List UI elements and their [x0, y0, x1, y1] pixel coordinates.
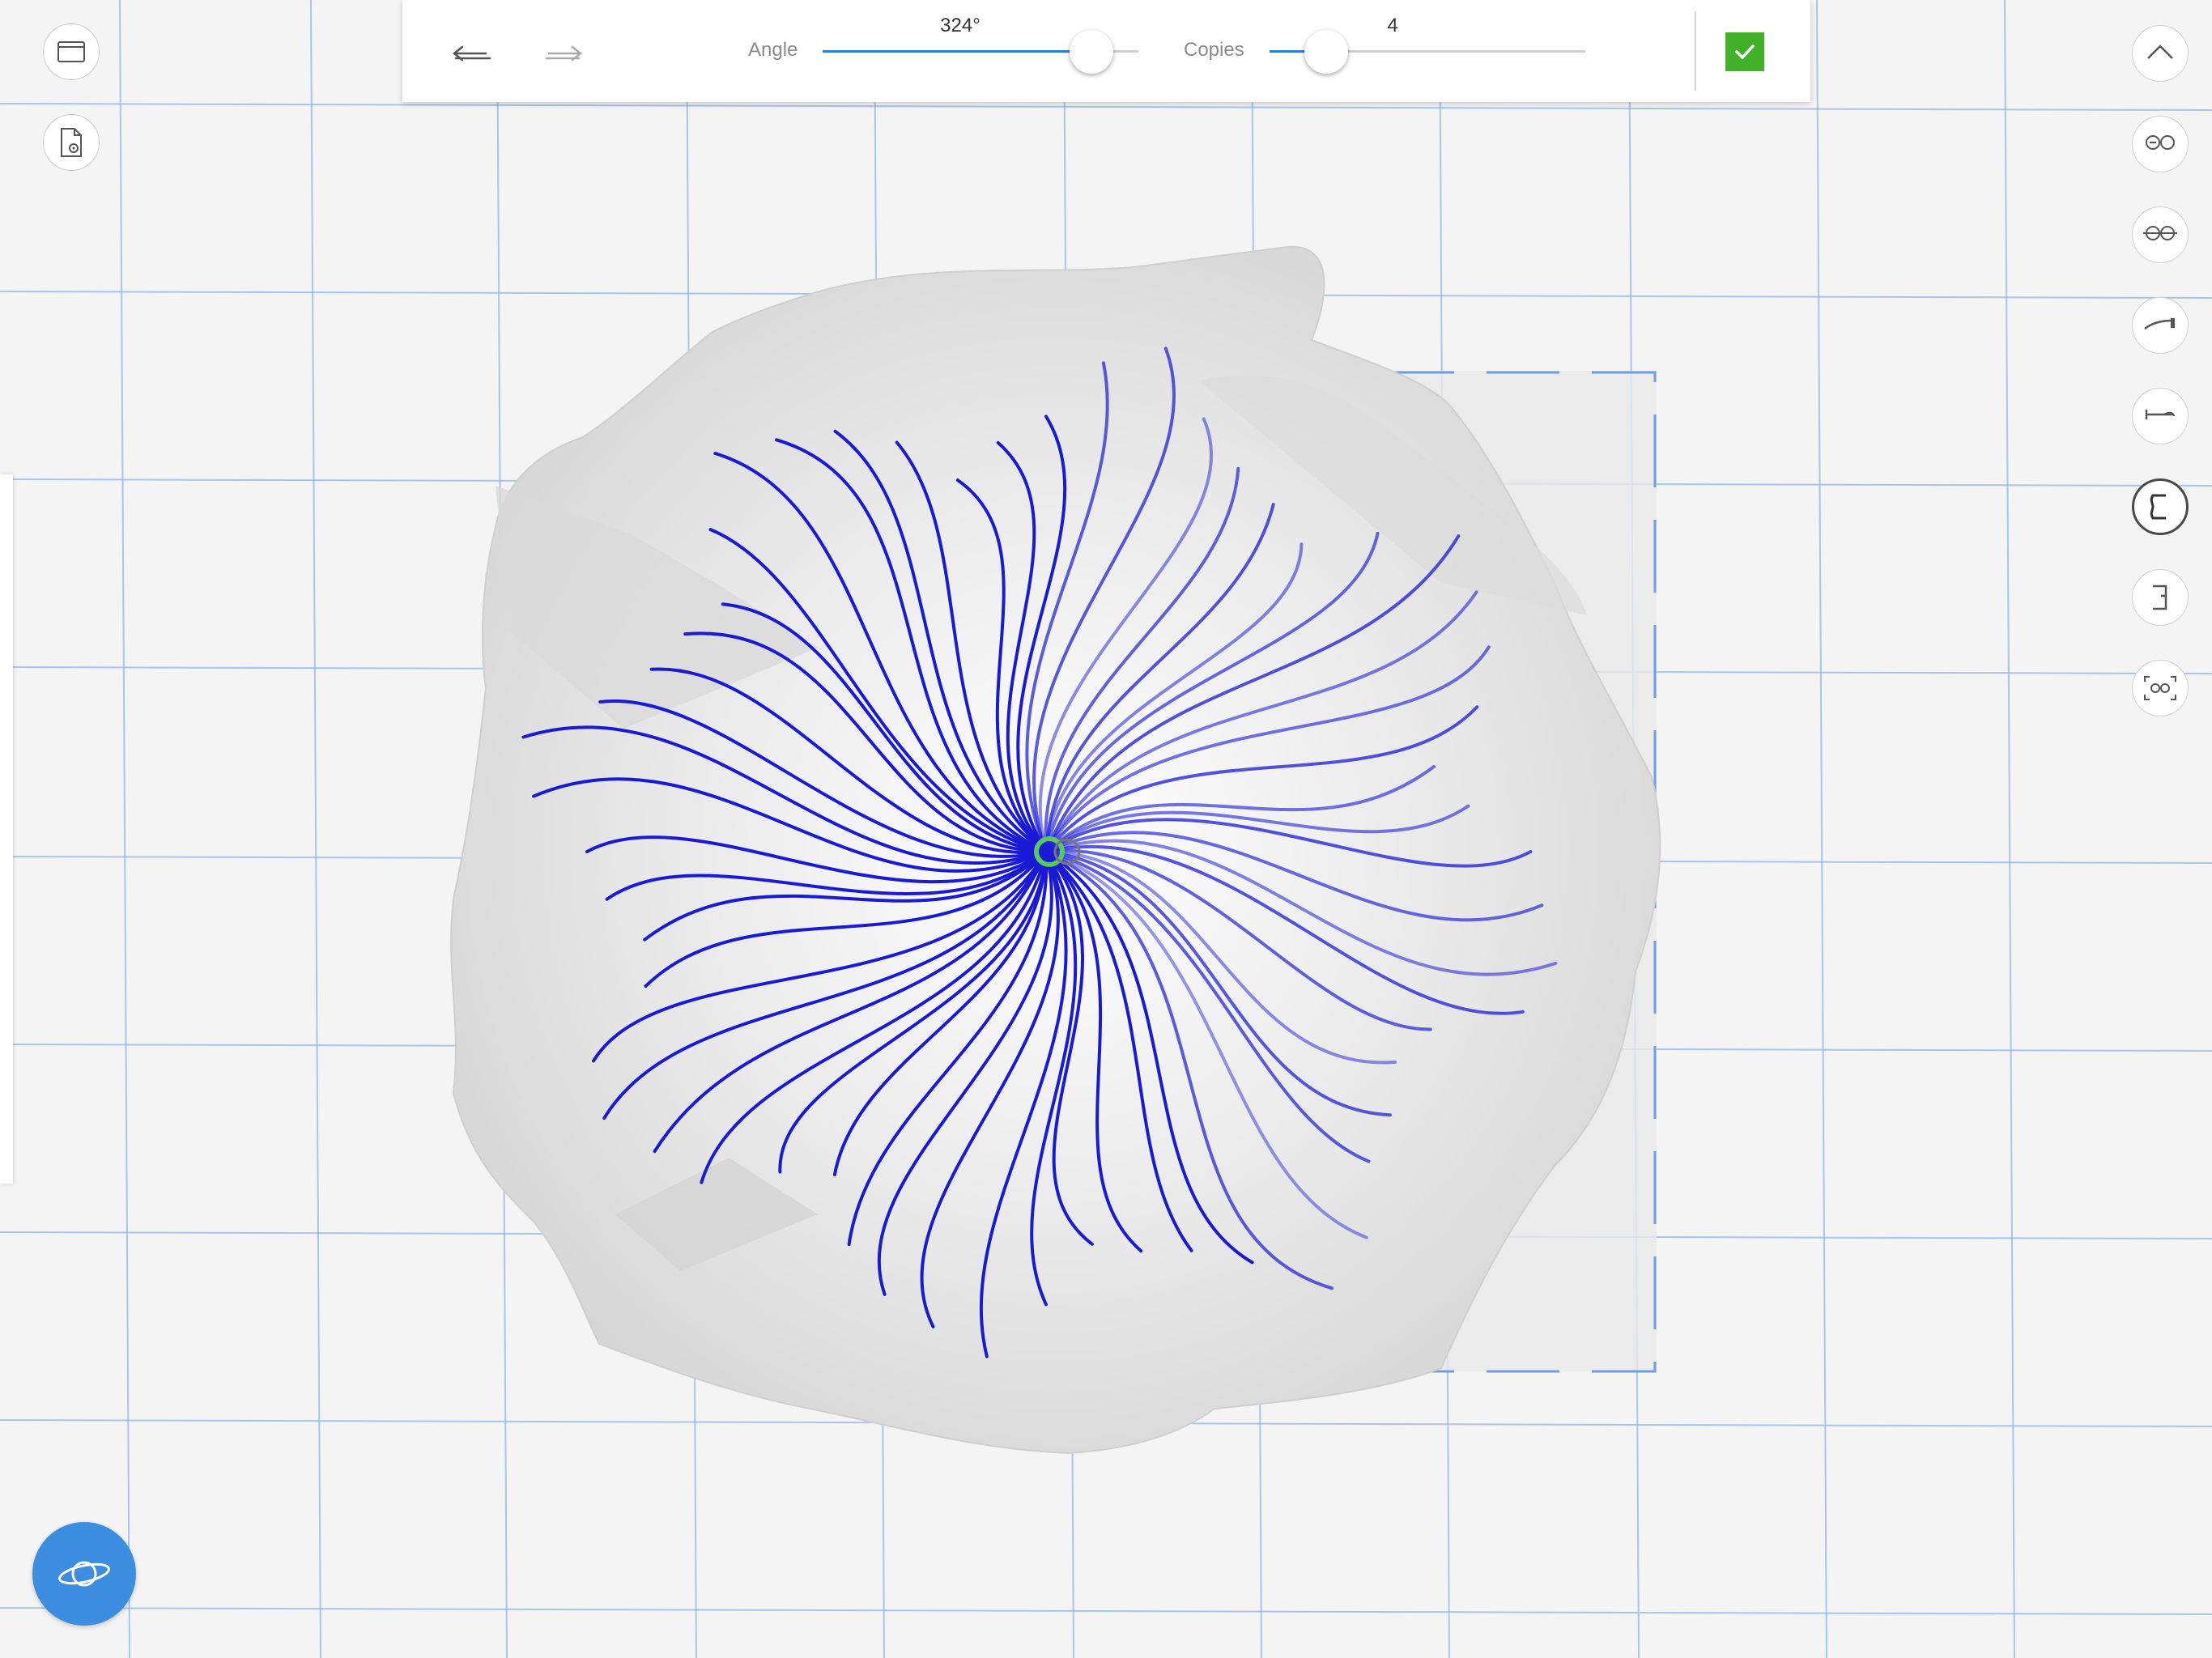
fit-view-button[interactable]: [2132, 660, 2189, 716]
checkmark-icon: [1735, 45, 1755, 59]
window-icon: [57, 41, 85, 62]
document-settings-icon: [61, 128, 82, 157]
lasso-tool-icon: [2144, 318, 2175, 329]
symmetry-icon: [2146, 135, 2175, 150]
symmetry-button[interactable]: [2132, 116, 2189, 172]
copies-slider-thumb[interactable]: [1304, 30, 1349, 74]
confirm-button[interactable]: [1725, 32, 1764, 71]
undo-icon: [452, 45, 491, 62]
top-toolbar: Angle 324° Copies 4: [402, 0, 1810, 102]
bracket-right-button[interactable]: [2132, 569, 2189, 626]
symmetry-mirror-button[interactable]: [2132, 206, 2189, 263]
window-button[interactable]: [43, 23, 100, 80]
fit-view-icon: [2144, 676, 2176, 700]
lasso-tool-button[interactable]: [2132, 297, 2189, 354]
copies-label: Copies: [1184, 39, 1244, 61]
document-settings-button[interactable]: [43, 114, 100, 171]
undo-button[interactable]: [441, 24, 503, 81]
bracket-left-button[interactable]: [2132, 478, 2189, 535]
symmetry-mirror-icon: [2143, 226, 2177, 240]
chevron-up-button[interactable]: [2132, 25, 2189, 82]
chevron-up-icon: [2147, 45, 2173, 59]
angle-slider-fill: [823, 50, 1091, 53]
orbit-icon: [58, 1561, 110, 1587]
sculpt-surface[interactable]: [0, 0, 2212, 1658]
orbit-button[interactable]: [32, 1522, 136, 1626]
redo-button[interactable]: [532, 24, 593, 81]
bracket-right-icon: [2153, 585, 2167, 610]
angle-value: 324°: [940, 15, 981, 36]
redo-icon: [545, 45, 583, 62]
copies-value: 4: [1387, 15, 1398, 36]
angle-slider-thumb[interactable]: [1069, 30, 1113, 74]
toolbar-divider: [1695, 11, 1696, 91]
bracket-left-icon: [2150, 494, 2166, 520]
left-side-panel[interactable]: [0, 474, 13, 1184]
pin-tool-button[interactable]: [2132, 388, 2189, 444]
pin-tool-icon: [2145, 410, 2175, 419]
angle-label: Angle: [748, 39, 798, 61]
